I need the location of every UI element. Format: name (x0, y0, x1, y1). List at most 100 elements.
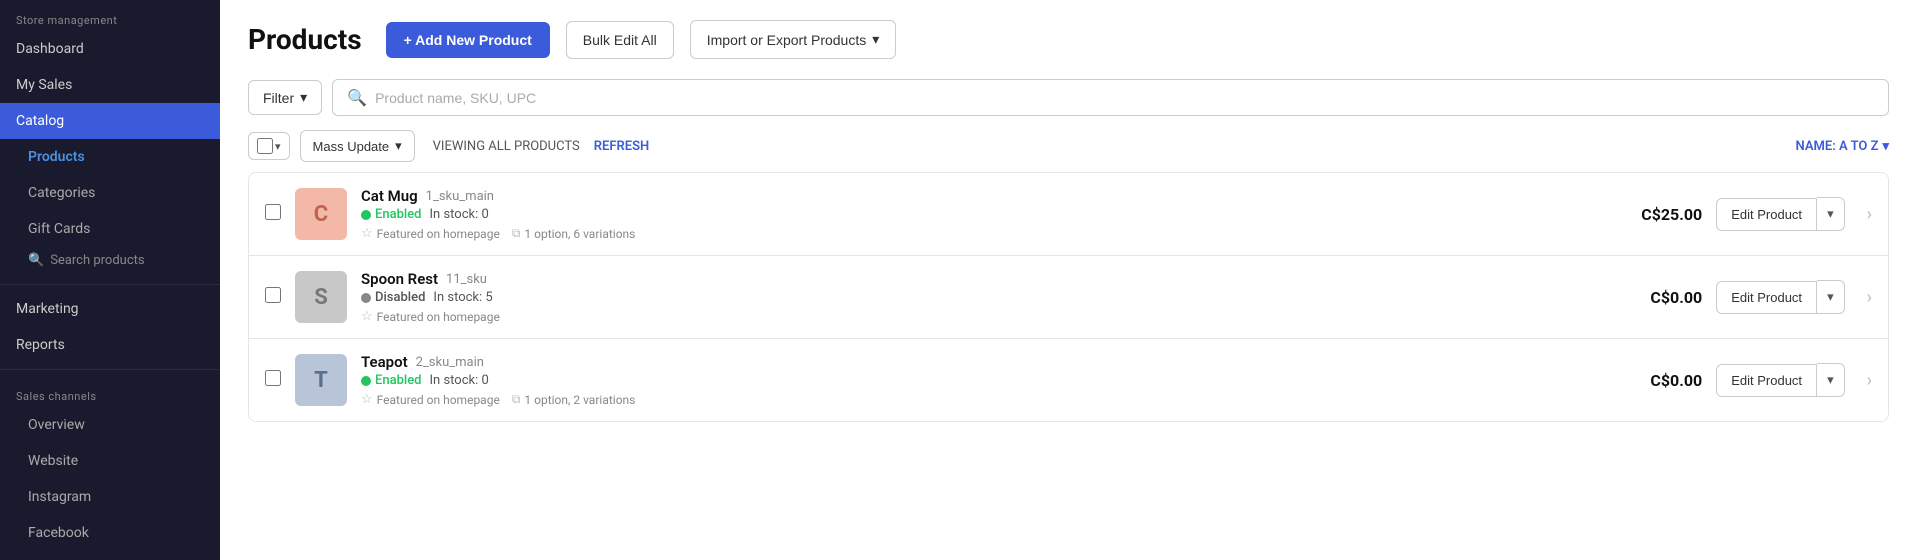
overview-label: Overview (28, 417, 85, 433)
sales-channels-label: Sales channels (0, 376, 220, 407)
star-icon: ☆ (361, 392, 373, 407)
row-chevron-cat-mug[interactable]: › (1867, 204, 1872, 225)
products-label: Products (28, 149, 85, 165)
import-export-button[interactable]: Import or Export Products ▾ (690, 20, 897, 59)
filter-button[interactable]: Filter ▾ (248, 80, 322, 115)
product-variations-teapot: ⧉ 1 option, 2 variations (512, 392, 636, 407)
sidebar-item-catalog[interactable]: Catalog (0, 103, 220, 139)
sidebar: Store management Dashboard My Sales Cata… (0, 0, 220, 560)
table-row: C Cat Mug 1_sku_main Enabled In stock: 0 (249, 173, 1888, 256)
sidebar-item-my-sales[interactable]: My Sales (0, 67, 220, 103)
product-actions-teapot: Edit Product ▾ (1716, 363, 1844, 397)
product-name-teapot: Teapot (361, 353, 408, 371)
search-products-label: Search products (50, 253, 144, 268)
sort-button[interactable]: NAME: A TO Z ▾ (1796, 139, 1889, 154)
table-row: S Spoon Rest 11_sku Disabled In stock: 5 (249, 256, 1888, 339)
filter-label: Filter (263, 90, 294, 106)
divider-2 (0, 369, 220, 370)
sidebar-item-reports[interactable]: Reports (0, 327, 220, 363)
checkbox-cat-mug[interactable] (265, 204, 281, 220)
search-input[interactable] (375, 90, 1874, 106)
mass-update-label: Mass Update (313, 139, 390, 154)
search-bar[interactable]: 🔍 (332, 79, 1889, 116)
import-export-label: Import or Export Products (707, 32, 867, 48)
product-price-spoon-rest: C$0.00 (1612, 288, 1702, 307)
website-label: Website (28, 453, 78, 469)
sort-label-text: NAME: A TO Z (1796, 139, 1879, 154)
viewing-label: VIEWING ALL PRODUCTS (433, 139, 580, 154)
edit-product-button-cat-mug[interactable]: Edit Product (1716, 198, 1817, 231)
product-checkbox-teapot[interactable] (265, 370, 281, 390)
product-sku-teapot: 2_sku_main (416, 355, 484, 370)
edit-product-button-teapot[interactable]: Edit Product (1716, 364, 1817, 397)
sidebar-item-overview[interactable]: Overview (0, 407, 220, 443)
product-status-teapot: Enabled (361, 373, 422, 388)
product-checkbox-cat-mug[interactable] (265, 204, 281, 224)
search-products[interactable]: 🔍 Search products (0, 247, 220, 278)
product-price-cat-mug: C$25.00 (1612, 205, 1702, 224)
row-chevron-spoon-rest[interactable]: › (1867, 287, 1872, 308)
bulk-actions-row: ▾ Mass Update ▾ VIEWING ALL PRODUCTS REF… (248, 130, 1889, 162)
sidebar-item-website[interactable]: Website (0, 443, 220, 479)
catalog-label: Catalog (16, 113, 64, 129)
product-status-spoon-rest: Disabled (361, 290, 425, 305)
select-all-checkbox[interactable] (257, 138, 273, 154)
product-avatar-cat-mug: C (295, 188, 347, 240)
star-icon: ☆ (361, 226, 373, 241)
product-stock-spoon-rest: In stock: 5 (433, 290, 492, 305)
main-content: Products + Add New Product Bulk Edit All… (220, 0, 1917, 560)
sidebar-item-instagram[interactable]: Instagram (0, 479, 220, 515)
sidebar-item-gift-cards[interactable]: Gift Cards (0, 211, 220, 247)
status-dot-disabled (361, 293, 371, 303)
facebook-label: Facebook (28, 525, 89, 541)
product-avatar-spoon-rest: S (295, 271, 347, 323)
edit-dropdown-teapot[interactable]: ▾ (1817, 363, 1845, 397)
checkbox-spoon-rest[interactable] (265, 287, 281, 303)
table-row: T Teapot 2_sku_main Enabled In stock: 0 (249, 339, 1888, 421)
select-all-chevron[interactable]: ▾ (275, 140, 281, 153)
sidebar-item-dashboard[interactable]: Dashboard (0, 31, 220, 67)
edit-dropdown-spoon-rest[interactable]: ▾ (1817, 280, 1845, 314)
marketing-label: Marketing (16, 301, 79, 317)
add-new-product-button[interactable]: + Add New Product (386, 22, 550, 58)
mass-update-button[interactable]: Mass Update ▾ (300, 130, 415, 162)
bulk-edit-all-button[interactable]: Bulk Edit All (566, 21, 674, 59)
product-avatar-teapot: T (295, 354, 347, 406)
product-actions-cat-mug: Edit Product ▾ (1716, 197, 1844, 231)
search-icon: 🔍 (28, 253, 44, 268)
page-header: Products + Add New Product Bulk Edit All… (248, 20, 1889, 59)
product-sku-spoon-rest: 11_sku (446, 272, 487, 287)
filter-row: Filter ▾ 🔍 (248, 79, 1889, 116)
status-dot-enabled (361, 376, 371, 386)
product-price-teapot: C$0.00 (1612, 371, 1702, 390)
product-sku-cat-mug: 1_sku_main (426, 189, 494, 204)
chevron-down-icon: ▾ (872, 31, 879, 48)
status-dot-enabled (361, 210, 371, 220)
sidebar-item-products[interactable]: Products (0, 139, 220, 175)
product-featured-teapot: ☆ Featured on homepage (361, 392, 500, 407)
product-checkbox-spoon-rest[interactable] (265, 287, 281, 307)
product-stock-cat-mug: In stock: 0 (430, 207, 489, 222)
chevron-down-icon: ▾ (1882, 139, 1889, 154)
divider-1 (0, 284, 220, 285)
product-info-spoon-rest: Spoon Rest 11_sku Disabled In stock: 5 ☆ (361, 270, 1598, 324)
product-variations-cat-mug: ⧉ 1 option, 6 variations (512, 226, 636, 241)
row-chevron-teapot[interactable]: › (1867, 370, 1872, 391)
product-name-spoon-rest: Spoon Rest (361, 270, 438, 288)
my-sales-label: My Sales (16, 77, 72, 93)
gift-cards-label: Gift Cards (28, 221, 90, 237)
categories-label: Categories (28, 185, 95, 201)
page-title: Products (248, 23, 362, 56)
edit-product-button-spoon-rest[interactable]: Edit Product (1716, 281, 1817, 314)
product-list: C Cat Mug 1_sku_main Enabled In stock: 0 (248, 172, 1889, 422)
sidebar-item-categories[interactable]: Categories (0, 175, 220, 211)
copy-icon: ⧉ (512, 392, 521, 407)
select-all-checkbox-wrapper[interactable]: ▾ (248, 132, 290, 160)
edit-dropdown-cat-mug[interactable]: ▾ (1817, 197, 1845, 231)
product-featured-spoon-rest: ☆ Featured on homepage (361, 309, 500, 324)
sidebar-item-facebook[interactable]: Facebook (0, 515, 220, 551)
refresh-link[interactable]: REFRESH (594, 139, 649, 154)
checkbox-teapot[interactable] (265, 370, 281, 386)
sidebar-item-marketing[interactable]: Marketing (0, 291, 220, 327)
product-status-cat-mug: Enabled (361, 207, 422, 222)
